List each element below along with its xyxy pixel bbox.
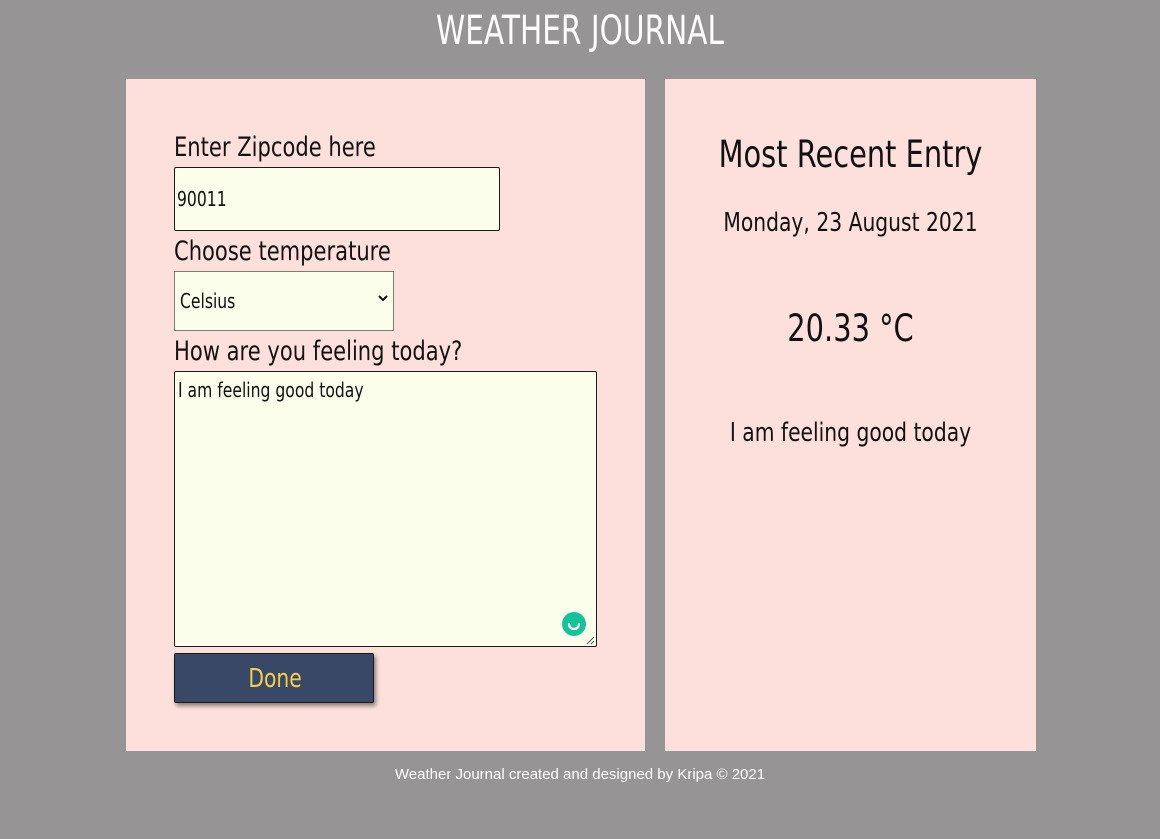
- entry-date: Monday, 23 August 2021: [723, 208, 978, 238]
- feeling-textarea-value: I am feeling good today: [178, 378, 364, 402]
- resize-handle-icon[interactable]: [586, 636, 595, 645]
- journal-form-panel: Enter Zipcode here 90011 Choose temperat…: [126, 79, 645, 751]
- recent-entry-title: Most Recent Entry: [718, 133, 983, 176]
- footer-credit: Weather Journal created and designed by …: [394, 766, 766, 783]
- entry-feeling: I am feeling good today: [729, 418, 972, 448]
- feeling-textarea[interactable]: I am feeling good today: [174, 371, 597, 647]
- chevron-down-icon: [378, 295, 388, 302]
- temperature-label: Choose temperature: [174, 236, 391, 267]
- temperature-select[interactable]: Celsius: [174, 271, 394, 331]
- done-button-label: Done: [248, 664, 302, 694]
- zipcode-input[interactable]: [174, 167, 500, 231]
- entry-temperature: 20.33 °C: [787, 307, 914, 350]
- recent-entry-panel: Most Recent Entry Monday, 23 August 2021…: [665, 79, 1036, 751]
- grammarly-icon[interactable]: [562, 612, 586, 636]
- done-button[interactable]: Done: [174, 653, 374, 703]
- zipcode-label: Enter Zipcode here: [174, 132, 376, 163]
- temperature-select-value: Celsius: [180, 289, 236, 313]
- feeling-label: How are you feeling today?: [174, 336, 463, 367]
- app-title: WEATHER JOURNAL: [435, 8, 725, 54]
